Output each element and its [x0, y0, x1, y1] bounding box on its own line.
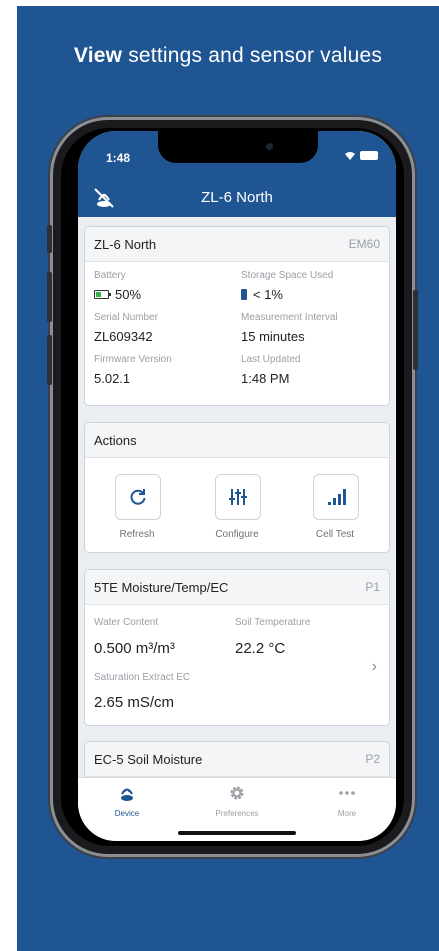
device-icon: [121, 788, 133, 801]
firmware-value: 5.02.1: [94, 371, 131, 386]
wifi-icon: [345, 152, 355, 160]
soil-temp-label: Soil Temperature: [235, 617, 311, 628]
status-bar: 1:48: [78, 131, 396, 181]
headline-bold: View: [73, 44, 123, 67]
device-model-tag: EM60: [348, 237, 380, 251]
water-content-value: 0.500 m³/m³: [94, 640, 175, 657]
tab-device-label: Device: [114, 809, 140, 818]
serial-value: ZL609342: [94, 329, 153, 344]
sensor2-port-tag: P2: [365, 752, 380, 766]
refresh-icon: [130, 489, 146, 505]
battery-value-row: 50%: [94, 287, 141, 302]
sensor2-title: EC-5 Soil Moisture: [94, 752, 203, 767]
storage-value-row: < 1%: [241, 287, 283, 302]
sensor-card-p1[interactable]: 5TE Moisture/Temp/EC P1 Water Content 0.…: [84, 569, 390, 726]
refresh-label: Refresh: [119, 529, 155, 540]
cell-test-label: Cell Test: [315, 529, 355, 540]
tab-bar: Device Preferences More: [78, 777, 396, 841]
storage-label: Storage Space Used: [241, 270, 334, 281]
chevron-right-icon: ›: [371, 658, 377, 675]
tab-more[interactable]: More: [312, 784, 382, 818]
firmware-label: Firmware Version: [94, 354, 172, 365]
nav-bar: ZL-6 North: [78, 181, 396, 217]
storage-icon: [241, 289, 247, 301]
water-content-label: Water Content: [94, 617, 159, 628]
phone-volume-up: [47, 272, 52, 322]
status-time: 1:48: [106, 151, 131, 165]
configure-label: Configure: [215, 529, 259, 540]
sensor-port-tag: P1: [365, 580, 380, 594]
more-dots-icon: [339, 791, 355, 795]
refresh-button[interactable]: [115, 474, 161, 520]
serial-label: Serial Number: [94, 312, 158, 323]
tab-preferences-label: Preferences: [215, 809, 259, 818]
tab-preferences[interactable]: Preferences: [202, 784, 272, 818]
home-indicator: [178, 831, 296, 835]
actions-card: Actions Refresh Configure Cell Test: [84, 422, 390, 553]
phone-mute-switch: [47, 225, 52, 253]
interval-value: 15 minutes: [241, 329, 305, 344]
sliders-icon: [229, 489, 247, 505]
system-battery-icon: [360, 151, 378, 160]
battery-icon: [94, 290, 111, 300]
sensor-title: 5TE Moisture/Temp/EC: [94, 580, 229, 595]
promo-headline: View settings and sensor values: [17, 44, 439, 68]
app-screen: 1:48 ZL-6 North ZL-6 North EM60 Battery …: [78, 131, 396, 841]
gear-icon: [230, 786, 244, 800]
system-icons: [344, 151, 378, 160]
scroll-content[interactable]: ZL-6 North EM60 Battery 50% Storage Spac…: [78, 217, 396, 803]
nav-title: ZL-6 North: [201, 189, 273, 206]
updated-value: 1:48 PM: [241, 371, 290, 386]
soil-temp-value: 22.2 °C: [235, 640, 286, 657]
phone-volume-down: [47, 335, 52, 385]
storage-value: < 1%: [253, 287, 283, 302]
battery-label: Battery: [94, 270, 126, 281]
tab-device[interactable]: Device: [92, 784, 162, 818]
device-card-title: ZL-6 North: [94, 237, 157, 252]
cell-test-button[interactable]: [313, 474, 359, 520]
actions-title: Actions: [94, 433, 137, 448]
updated-label: Last Updated: [241, 354, 301, 365]
ec-value: 2.65 mS/cm: [94, 694, 175, 711]
ec-label: Saturation Extract EC: [94, 672, 191, 683]
battery-value: 50%: [115, 287, 142, 302]
signal-bars-icon: [328, 489, 346, 505]
configure-button[interactable]: [215, 474, 261, 520]
phone-power-button: [413, 290, 418, 370]
tab-more-label: More: [337, 809, 357, 818]
device-info-card: ZL-6 North EM60 Battery 50% Storage Spac…: [84, 226, 390, 406]
interval-label: Measurement Interval: [241, 312, 338, 323]
headline-rest: settings and sensor values: [122, 44, 383, 67]
phone-notch: [158, 131, 318, 163]
